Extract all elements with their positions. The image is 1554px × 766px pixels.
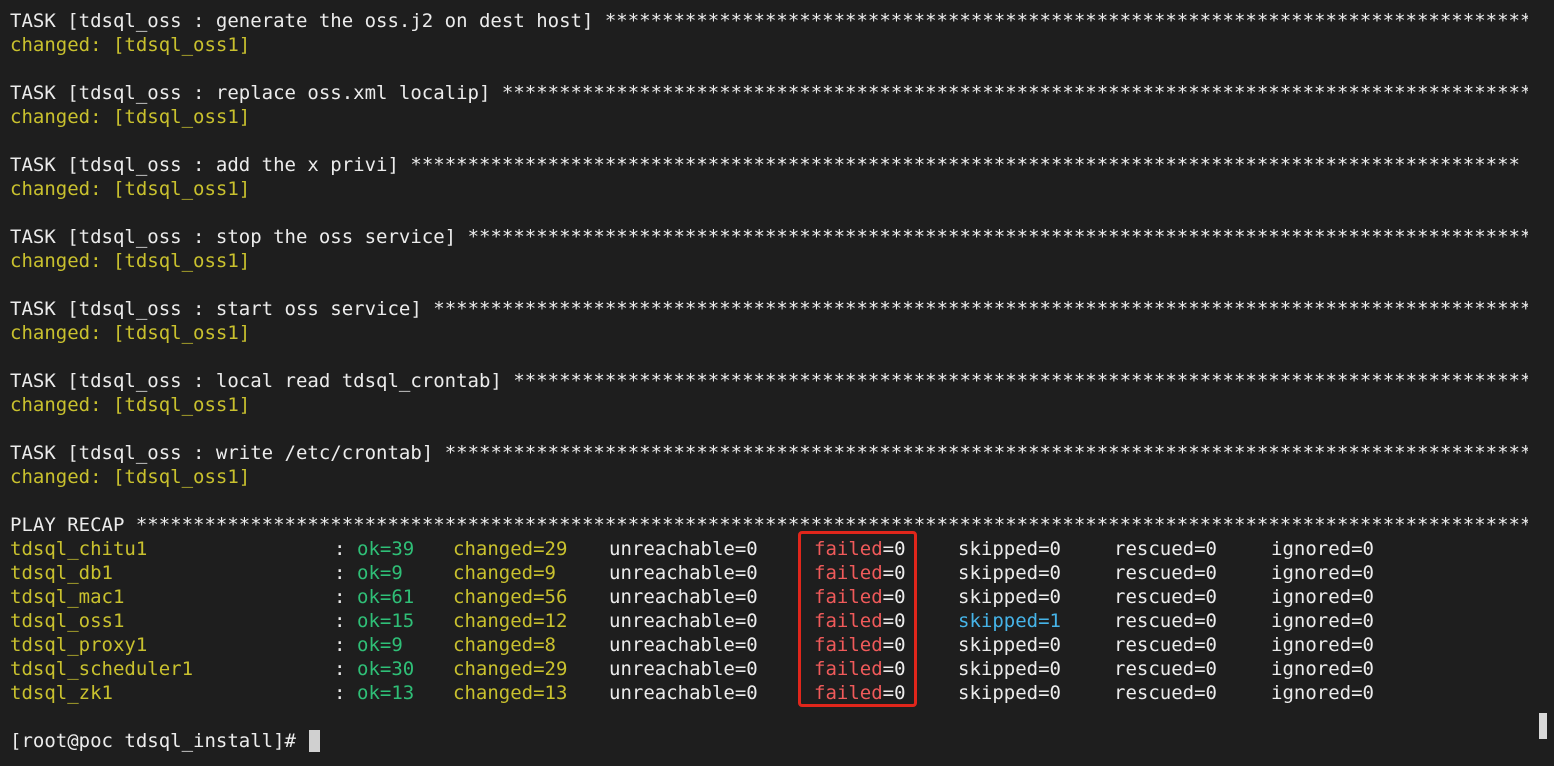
- recap-rescued: rescued=0: [1114, 586, 1217, 608]
- recap-rescued: rescued=0: [1114, 538, 1217, 560]
- recap-colon: :: [334, 562, 346, 584]
- recap-skipped: skipped=0: [958, 634, 1061, 656]
- recap-ignored: ignored=0: [1271, 610, 1374, 632]
- recap-unreachable: unreachable=0: [609, 562, 758, 584]
- recap-rescued: rescued=0: [1114, 610, 1217, 632]
- recap-ignored: ignored=0: [1271, 682, 1374, 704]
- recap-unreachable: unreachable=0: [609, 658, 758, 680]
- recap-ok: ok=13: [357, 682, 415, 704]
- recap-ok: ok=9: [357, 634, 403, 656]
- recap-ignored: ignored=0: [1271, 586, 1374, 608]
- recap-ok: ok=39: [357, 538, 415, 560]
- recap-ignored: ignored=0: [1271, 538, 1374, 560]
- recap-unreachable: unreachable=0: [609, 634, 758, 656]
- recap-changed: changed=9: [453, 562, 556, 584]
- recap-colon: :: [334, 634, 346, 656]
- recap-skipped: skipped=0: [958, 586, 1061, 608]
- recap-changed: changed=13: [453, 682, 568, 704]
- task-line: TASK [tdsql_oss : replace oss.xml locali…: [10, 82, 1528, 104]
- recap-ok: ok=15: [357, 610, 415, 632]
- recap-colon: :: [334, 586, 346, 608]
- task-line: TASK [tdsql_oss : generate the oss.j2 on…: [10, 10, 1528, 32]
- recap-host: tdsql_scheduler1: [10, 658, 194, 680]
- recap-colon: :: [334, 610, 346, 632]
- recap-skipped: skipped=0: [958, 562, 1061, 584]
- text-cursor: [309, 730, 321, 752]
- recap-colon: :: [334, 538, 346, 560]
- recap-host: tdsql_mac1: [10, 586, 125, 608]
- task-result: changed: [tdsql_oss1]: [10, 466, 251, 488]
- task-result: changed: [tdsql_oss1]: [10, 250, 251, 272]
- task-result: changed: [tdsql_oss1]: [10, 322, 251, 344]
- recap-skipped: skipped=1: [958, 610, 1061, 632]
- recap-skipped: skipped=0: [958, 658, 1061, 680]
- recap-ok: ok=30: [357, 658, 415, 680]
- recap-host: tdsql_db1: [10, 562, 113, 584]
- task-line: TASK [tdsql_oss : stop the oss service] …: [10, 226, 1528, 248]
- recap-unreachable: unreachable=0: [609, 610, 758, 632]
- failed-column-highlight: [798, 531, 917, 707]
- recap-host: tdsql_zk1: [10, 682, 113, 704]
- task-line: TASK [tdsql_oss : local read tdsql_cront…: [10, 370, 1528, 392]
- recap-ignored: ignored=0: [1271, 658, 1374, 680]
- recap-changed: changed=12: [453, 610, 568, 632]
- recap-changed: changed=8: [453, 634, 556, 656]
- recap-unreachable: unreachable=0: [609, 538, 758, 560]
- recap-changed: changed=29: [453, 538, 568, 560]
- recap-ignored: ignored=0: [1271, 634, 1374, 656]
- recap-host: tdsql_oss1: [10, 610, 125, 632]
- scrollbar[interactable]: [1528, 0, 1554, 766]
- recap-ignored: ignored=0: [1271, 562, 1374, 584]
- recap-host: tdsql_proxy1: [10, 634, 148, 656]
- recap-colon: :: [334, 658, 346, 680]
- recap-changed: changed=56: [453, 586, 568, 608]
- task-line: TASK [tdsql_oss : start oss service] ***…: [10, 298, 1528, 320]
- recap-colon: :: [334, 682, 346, 704]
- recap-skipped: skipped=0: [958, 682, 1061, 704]
- task-result: changed: [tdsql_oss1]: [10, 34, 251, 56]
- recap-skipped: skipped=0: [958, 538, 1061, 560]
- terminal-window[interactable]: TASK [tdsql_oss : generate the oss.j2 on…: [0, 0, 1528, 766]
- task-result: changed: [tdsql_oss1]: [10, 178, 251, 200]
- recap-changed: changed=29: [453, 658, 568, 680]
- task-line: TASK [tdsql_oss : write /etc/crontab] **…: [10, 442, 1528, 464]
- recap-host: tdsql_chitu1: [10, 538, 148, 560]
- shell-prompt[interactable]: [root@poc tdsql_install]#: [10, 729, 321, 753]
- recap-unreachable: unreachable=0: [609, 682, 758, 704]
- recap-ok: ok=9: [357, 562, 403, 584]
- recap-rescued: rescued=0: [1114, 634, 1217, 656]
- task-result: changed: [tdsql_oss1]: [10, 394, 251, 416]
- recap-unreachable: unreachable=0: [609, 586, 758, 608]
- task-line: TASK [tdsql_oss : add the x privi] *****…: [10, 154, 1520, 176]
- recap-rescued: rescued=0: [1114, 682, 1217, 704]
- recap-rescued: rescued=0: [1114, 658, 1217, 680]
- play-recap-header: PLAY RECAP *****************************…: [10, 514, 1528, 536]
- task-result: changed: [tdsql_oss1]: [10, 106, 251, 128]
- recap-ok: ok=61: [357, 586, 415, 608]
- scrollbar-thumb[interactable]: [1539, 713, 1547, 739]
- recap-rescued: rescued=0: [1114, 562, 1217, 584]
